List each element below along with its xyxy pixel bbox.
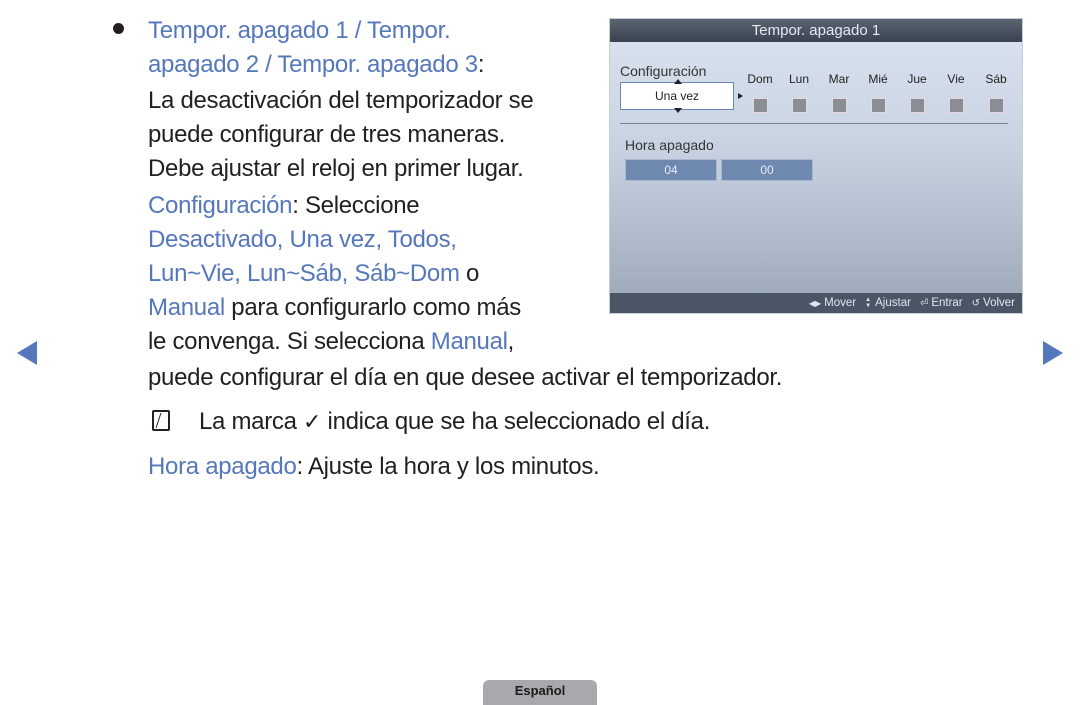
hint-adjust: ▲▼ Ajustar xyxy=(865,297,911,309)
timer-title-part2: apagado 2 / Tempor. apagado 3 xyxy=(148,51,478,78)
arrow-down-icon[interactable] xyxy=(674,108,682,113)
day-label: Vie xyxy=(947,72,965,86)
day-dom[interactable]: Dom xyxy=(745,72,775,113)
config-selector[interactable]: Una vez xyxy=(620,79,734,113)
hint-back: ↺ Volver xyxy=(972,297,1015,309)
day-checkbox[interactable] xyxy=(948,98,964,113)
day-label: Dom xyxy=(747,72,773,86)
config-label: Configuración xyxy=(620,63,707,79)
configuracion-term: Configuración xyxy=(148,192,293,219)
manual-line2-text: le convenga. Si selecciona xyxy=(148,328,431,355)
config-value: Una vez xyxy=(654,89,700,103)
description-line: puede configurar de tres maneras. xyxy=(148,121,505,148)
day-checkbox[interactable] xyxy=(752,98,768,113)
manual-line: Manual para configurarlo como más xyxy=(148,291,521,325)
options-list: Desactivado, Una vez, Todos, xyxy=(148,226,457,253)
return-icon: ↺ xyxy=(971,297,981,309)
note-text: La marca ✓ indica que se ha seleccionado… xyxy=(199,405,710,440)
divider xyxy=(620,123,1008,124)
day-checkbox[interactable] xyxy=(909,98,925,113)
bullet xyxy=(113,23,124,34)
day-mie[interactable]: Mié xyxy=(863,72,893,113)
colon: : xyxy=(477,51,485,78)
day-label: Lun xyxy=(788,72,810,86)
manual-term: Manual xyxy=(148,294,225,321)
manual-text: para configurarlo como más xyxy=(224,294,521,321)
hora-apagado-term: Hora apagado xyxy=(148,453,297,480)
options-line2: Lun~Vie, Lun~Sáb, Sáb~Dom o xyxy=(148,257,479,291)
day-sab[interactable]: Sáb xyxy=(981,72,1011,113)
day-label: Jue xyxy=(907,72,927,86)
note-icon xyxy=(152,410,170,431)
timer-title-part1: Tempor. apagado 1 / Tempor. xyxy=(148,17,451,44)
or-text: o xyxy=(459,260,480,287)
hora-apagado-label: Hora apagado xyxy=(625,137,714,153)
configuracion-text: : Seleccione xyxy=(292,192,420,219)
day-jue[interactable]: Jue xyxy=(902,72,932,113)
timer-panel: Tempor. apagado 1 Configuración Una vez … xyxy=(609,18,1023,314)
hint-label: Entrar xyxy=(931,297,963,309)
options-line1: Desactivado, Una vez, Todos, xyxy=(148,223,457,257)
options-list: Lun~Vie, Lun~Sáb, Sáb~Dom xyxy=(148,260,460,287)
day-label: Mar xyxy=(828,72,850,86)
hora-apagado-text: : Ajuste la hora y los minutos. xyxy=(296,453,600,480)
comma: , xyxy=(507,328,515,355)
hint-label: Volver xyxy=(983,297,1015,309)
hint-label: Mover xyxy=(824,297,857,309)
day-lun[interactable]: Lun xyxy=(784,72,814,113)
manual-term: Manual xyxy=(430,328,508,355)
description-line: La desactivación del temporizador se xyxy=(148,87,534,114)
hint-enter: ⏎ Entrar xyxy=(920,297,963,309)
enter-icon: ⏎ xyxy=(919,297,929,309)
manual-line2: le convenga. Si selecciona Manual, xyxy=(148,325,514,359)
previous-page-arrow-icon[interactable] xyxy=(17,341,37,365)
note-text-part1: La marca xyxy=(199,408,297,435)
up-down-icon: ▲▼ xyxy=(865,297,872,309)
hora-apagado-line: Hora apagado: Ajuste la hora y los minut… xyxy=(148,450,600,484)
day-vie[interactable]: Vie xyxy=(941,72,971,113)
arrow-up-icon[interactable] xyxy=(674,79,682,84)
checkmark-icon: ✓ xyxy=(303,410,322,435)
manual-line3: puede configurar el día en que desee act… xyxy=(148,364,783,391)
day-checkbox[interactable] xyxy=(988,98,1004,113)
hint-label: Ajustar xyxy=(875,297,911,309)
hint-move: ◀▶ Mover xyxy=(809,297,856,309)
day-mar[interactable]: Mar xyxy=(824,72,854,113)
panel-title: Tempor. apagado 1 xyxy=(610,19,1022,42)
paragraph1-title-line2: apagado 2 / Tempor. apagado 3: xyxy=(148,48,485,82)
panel-footer: ◀▶ Mover ▲▼ Ajustar ⏎ Entrar ↺ Volver xyxy=(610,293,1022,313)
day-checkbox[interactable] xyxy=(791,98,807,113)
description-line: Debe ajustar el reloj en primer lugar. xyxy=(148,155,524,182)
note-text-part2: indica que se ha seleccionado el día. xyxy=(327,408,711,435)
day-label: Sáb xyxy=(985,72,1007,86)
language-tab: Español xyxy=(483,680,597,705)
day-checkbox[interactable] xyxy=(870,98,886,113)
left-right-icon: ◀▶ xyxy=(808,298,822,308)
paragraph1-title-line1: Tempor. apagado 1 / Tempor. xyxy=(148,14,451,48)
configuracion-line: Configuración: Seleccione xyxy=(148,189,420,223)
hour-field[interactable]: 04 xyxy=(625,159,717,181)
next-page-arrow-icon[interactable] xyxy=(1043,341,1063,365)
day-checkbox[interactable] xyxy=(831,98,847,113)
day-label: Mié xyxy=(868,72,888,86)
minute-field[interactable]: 00 xyxy=(721,159,813,181)
arrow-right-icon xyxy=(738,93,743,99)
